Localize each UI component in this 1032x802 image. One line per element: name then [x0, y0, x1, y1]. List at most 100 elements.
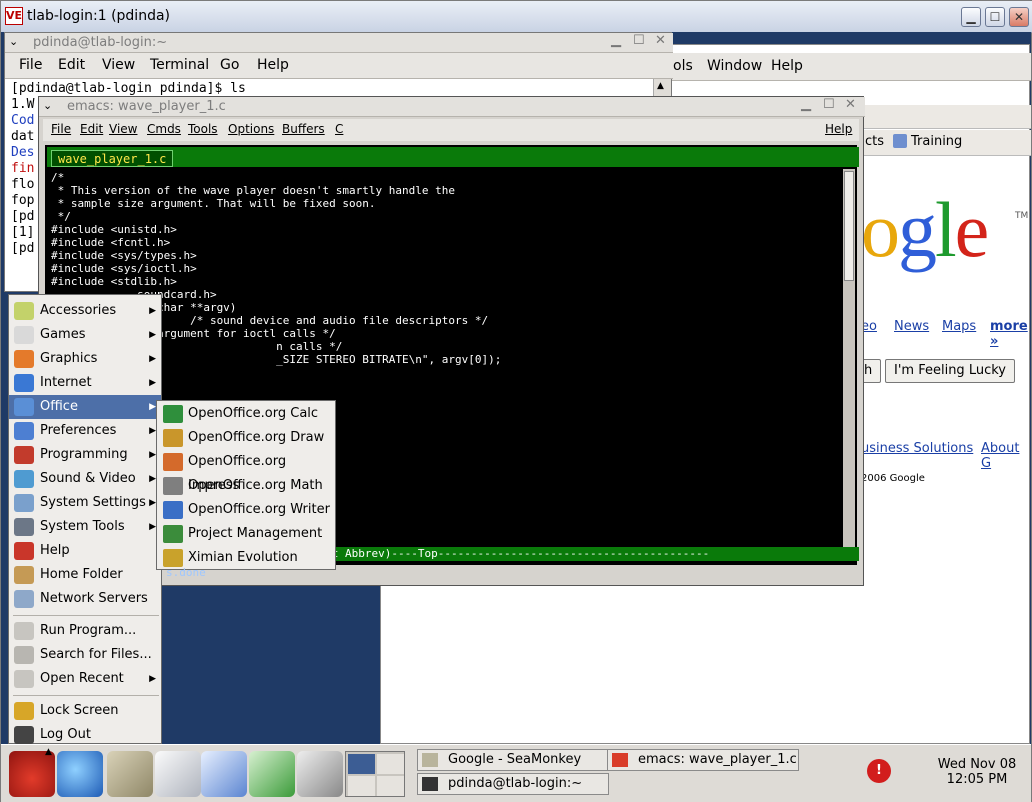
submenu-item-project-management[interactable]: Project Management [157, 522, 335, 546]
minimize-button[interactable]: ▁ [961, 7, 981, 27]
writer-launcher-icon[interactable] [155, 751, 201, 797]
terminal-window-menu-icon[interactable]: ⌄ [9, 35, 18, 48]
terminal-close-button[interactable]: ✕ [655, 33, 666, 48]
vnc-title-bar[interactable]: VE tlab-login:1 (pdinda) ▁ ☐ ✕ [1, 1, 1032, 33]
terminal-menu-file[interactable]: File [19, 57, 42, 73]
terminal-menu-edit[interactable]: Edit [58, 57, 85, 73]
web-browser-launcher-icon[interactable] [57, 751, 103, 797]
submenu-item-openoffice-org-impress[interactable]: OpenOffice.org Impress [157, 450, 335, 493]
workspace-4[interactable] [377, 776, 404, 796]
business-solutions-link[interactable]: usiness Solutions [861, 441, 973, 456]
submenu-item-openoffice-org-math[interactable]: OpenOffice.org Math [157, 474, 335, 498]
emacs-menu-view[interactable]: View [109, 122, 137, 136]
emacs-scrollbar[interactable] [843, 169, 855, 549]
submenu-item-openoffice-org-calc[interactable]: OpenOffice.org Calc [157, 402, 335, 426]
emacs-menu-options[interactable]: Options [228, 122, 274, 136]
submenu-item-openoffice-org-draw[interactable]: OpenOffice.org Draw [157, 426, 335, 450]
close-button[interactable]: ✕ [1009, 7, 1029, 27]
workspace-switcher[interactable] [345, 751, 405, 797]
menu-item-sound-video[interactable]: Sound & Video ▶ [9, 467, 161, 491]
emacs-window-menu-icon[interactable]: ⌄ [43, 99, 52, 112]
emacs-menubar: File Edit View Cmds Tools Options Buffer… [43, 119, 859, 141]
terminal-minimize-button[interactable]: ▁ [611, 33, 621, 48]
clock[interactable]: Wed Nov 08 12:05 PM [931, 757, 1023, 787]
menu-help[interactable]: Help [771, 58, 803, 74]
terminal-title-bar[interactable]: ⌄ pdinda@tlab-login:~ ▁ ☐ ✕ [5, 33, 673, 53]
menu-item-graphics[interactable]: Graphics ▶ [9, 347, 161, 371]
system-tools-icon [14, 518, 34, 536]
emacs-menu-edit[interactable]: Edit [80, 122, 103, 136]
emacs-scroll-thumb[interactable] [844, 171, 854, 281]
submenu-arrow-icon: ▶ [149, 306, 156, 316]
terminal-menu-go[interactable]: Go [220, 57, 239, 73]
preferences-icon [14, 422, 34, 440]
menu-item-home-folder[interactable]: Home Folder [9, 563, 161, 587]
menu-item-run-program[interactable]: Run Program... [9, 619, 161, 643]
feeling-lucky-button[interactable]: I'm Feeling Lucky [885, 359, 1015, 383]
google-link-more[interactable]: more » [990, 319, 1029, 349]
workspace-3[interactable] [348, 776, 375, 796]
menu-item-system-tools[interactable]: System Tools ▶ [9, 515, 161, 539]
menu-window[interactable]: Window [707, 58, 762, 74]
emacs-menu-buffers[interactable]: Buffers [282, 122, 325, 136]
bookmark-products[interactable]: cts [865, 134, 884, 149]
bookmark-training[interactable]: Training [911, 134, 962, 149]
menu-item-network-servers[interactable]: Network Servers [9, 587, 161, 611]
task-label: Google - SeaMonkey [448, 752, 582, 767]
emacs-minimize-button[interactable]: ▁ [801, 97, 811, 112]
impress-icon [163, 453, 183, 471]
emacs-menu-file[interactable]: File [51, 122, 71, 136]
taskbar: ▲ Google - SeaMonkey emacs: wave_player_… [1, 744, 1031, 802]
terminal-menu-view[interactable]: View [102, 57, 135, 73]
menu-item-label: System Tools [40, 519, 125, 534]
task-seamonkey[interactable]: Google - SeaMonkey [417, 749, 609, 771]
open-recent-icon [14, 670, 34, 688]
code-line: #include <sys/types.h> [51, 249, 197, 262]
submenu-arrow-icon: ▶ [149, 354, 156, 364]
submenu-item-openoffice-org-writer[interactable]: OpenOffice.org Writer [157, 498, 335, 522]
menu-item-preferences[interactable]: Preferences ▶ [9, 419, 161, 443]
workspace-2[interactable] [377, 754, 404, 774]
emacs-title-bar[interactable]: ⌄ emacs: wave_player_1.c ▁ ☐ ✕ [39, 97, 865, 117]
submenu-item-label: OpenOffice.org Math [188, 478, 323, 493]
email-launcher-icon[interactable] [107, 751, 153, 797]
menu-item-system-settings[interactable]: System Settings ▶ [9, 491, 161, 515]
emacs-close-button[interactable]: ✕ [845, 97, 856, 112]
menu-item-label: Home Folder [40, 567, 123, 582]
main-menu-redhat-icon[interactable] [9, 751, 55, 797]
menu-item-games[interactable]: Games ▶ [9, 323, 161, 347]
emacs-menu-cmds[interactable]: Cmds [147, 122, 181, 136]
menu-item-open-recent[interactable]: Open Recent ▶ [9, 667, 161, 691]
emacs-menu-tools[interactable]: Tools [188, 122, 218, 136]
calc-launcher-icon[interactable] [249, 751, 295, 797]
print-launcher-icon[interactable] [297, 751, 343, 797]
submenu-arrow-icon: ▶ [149, 378, 156, 388]
menu-tools[interactable]: ols [673, 58, 693, 74]
menu-item-office[interactable]: Office ▶ [9, 395, 161, 419]
scroll-up-arrow-icon[interactable]: ▲ [657, 81, 664, 91]
google-link-news[interactable]: News [894, 319, 929, 334]
menu-item-programming[interactable]: Programming ▶ [9, 443, 161, 467]
emacs-menu-c[interactable]: C [335, 122, 343, 136]
google-link-maps[interactable]: Maps [942, 319, 976, 334]
maximize-button[interactable]: ☐ [985, 7, 1005, 27]
terminal-menu-help[interactable]: Help [257, 57, 289, 73]
emacs-menu-help[interactable]: Help [825, 122, 852, 136]
menu-separator [13, 615, 159, 616]
alert-notification-icon[interactable]: ! [867, 759, 891, 783]
emacs-maximize-button[interactable]: ☐ [823, 97, 835, 112]
menu-item-internet[interactable]: Internet ▶ [9, 371, 161, 395]
impress-launcher-icon[interactable] [201, 751, 247, 797]
menu-item-lock-screen[interactable]: Lock Screen [9, 699, 161, 723]
terminal-menu-terminal[interactable]: Terminal [150, 57, 209, 73]
menu-item-help[interactable]: Help [9, 539, 161, 563]
menu-item-label: Help [40, 543, 70, 558]
task-emacs[interactable]: emacs: wave_player_1.c [607, 749, 799, 771]
emacs-buffer-tab[interactable]: wave_player_1.c [51, 150, 174, 167]
task-terminal[interactable]: pdinda@tlab-login:~ [417, 773, 609, 795]
workspace-1[interactable] [348, 754, 375, 774]
menu-item-search-for-files[interactable]: Search for Files... [9, 643, 161, 667]
menu-item-accessories[interactable]: Accessories ▶ [9, 299, 161, 323]
terminal-maximize-button[interactable]: ☐ [633, 33, 645, 48]
about-google-link[interactable]: About G [981, 441, 1029, 471]
